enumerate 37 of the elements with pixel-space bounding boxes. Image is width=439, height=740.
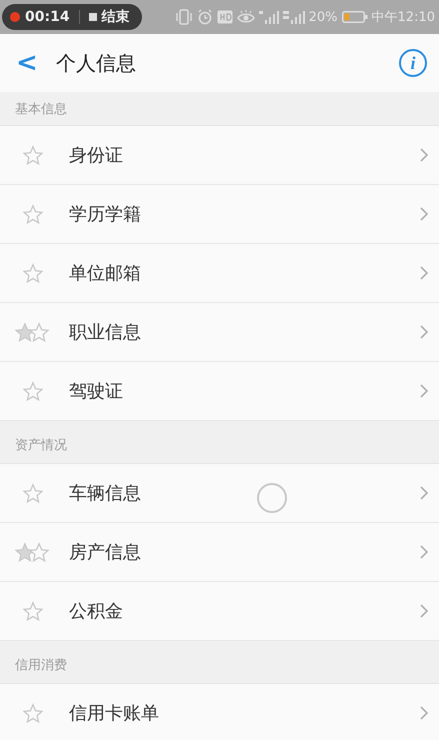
signal-icon — [258, 10, 279, 24]
stars-icon — [14, 322, 50, 342]
section-header: 基本信息 — [0, 92, 439, 126]
stars-icon — [14, 542, 50, 562]
recording-pill[interactable]: 00:14 结束 — [2, 4, 142, 30]
section-header: 信用消费 — [0, 641, 439, 684]
chevron-icon — [419, 485, 429, 501]
chevron-icon — [419, 206, 429, 222]
stop-icon — [88, 13, 97, 21]
signal-icon — [282, 10, 305, 24]
chevron-icon — [419, 544, 429, 560]
eye-icon — [236, 10, 255, 24]
chevron-icon — [419, 383, 429, 399]
chevron-icon — [419, 603, 429, 619]
star-icon — [22, 263, 44, 283]
recording-time: 00:14 — [25, 9, 70, 25]
alarm-icon — [196, 9, 213, 25]
star-icon — [22, 483, 44, 503]
battery-icon — [342, 11, 368, 23]
clock: 中午12:10 — [372, 9, 435, 26]
touch-indicator — [257, 483, 287, 513]
star-icon — [22, 145, 44, 165]
record-dot-icon — [10, 12, 20, 22]
star-icon — [22, 703, 44, 723]
battery-percent: 20% — [308, 10, 338, 24]
chevron-icon — [419, 324, 429, 340]
hd-icon — [216, 10, 233, 24]
star-icon — [22, 204, 44, 224]
vibrate-icon — [174, 9, 193, 25]
stop-label: 结束 — [102, 8, 130, 26]
star-icon — [22, 601, 44, 621]
chevron-icon — [419, 705, 429, 721]
star-icon — [22, 381, 44, 401]
chevron-icon — [419, 265, 429, 281]
section-header: 资产情况 — [0, 421, 439, 464]
chevron-icon — [419, 147, 429, 163]
page-title: 个人信息 — [56, 50, 137, 76]
